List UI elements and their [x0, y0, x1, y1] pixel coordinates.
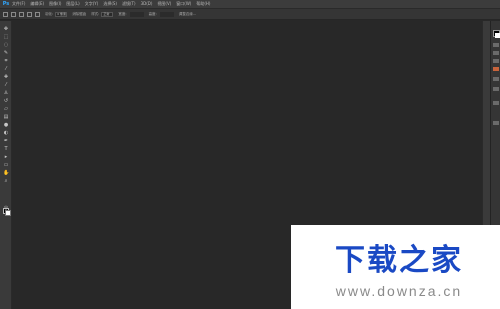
menu-window[interactable]: 窗口(W) — [176, 0, 191, 8]
menu-view[interactable]: 视图(V) — [157, 0, 171, 8]
quick-mask-icon[interactable]: ◎ — [3, 206, 9, 211]
height-input[interactable] — [159, 11, 174, 17]
menu-select[interactable]: 选择(S) — [103, 0, 117, 8]
styles-icon[interactable] — [493, 59, 499, 63]
clone-stamp-tool-icon[interactable]: ♙ — [3, 91, 9, 96]
paths-icon[interactable] — [493, 101, 499, 105]
menu-3d[interactable]: 3D(D) — [141, 0, 153, 8]
move-tool-icon[interactable]: ✥ — [3, 27, 9, 32]
path-select-tool-icon[interactable]: ▸ — [3, 155, 9, 160]
dodge-tool-icon[interactable]: ◐ — [3, 131, 9, 136]
watermark-overlay: 下载之家 www.downza.cn — [291, 225, 500, 309]
feather-label: 羽化: — [45, 11, 54, 16]
layers-icon[interactable] — [493, 77, 499, 81]
options-bar: 羽化: 0 像素 消除锯齿 样式: 正常 宽度: 高度: 调整边缘... — [0, 8, 500, 20]
width-label: 宽度: — [118, 11, 127, 16]
menu-help[interactable]: 帮助(H) — [196, 0, 210, 8]
menu-file[interactable]: 文件(F) — [12, 0, 25, 8]
channels-icon[interactable] — [493, 87, 499, 91]
style-select[interactable]: 正常 — [101, 11, 114, 17]
blur-tool-icon[interactable]: ● — [3, 123, 9, 128]
crop-tool-icon[interactable]: ⌗ — [3, 59, 9, 64]
subtract-selection-icon[interactable] — [27, 11, 32, 17]
height-label: 高度: — [148, 11, 157, 16]
libraries-icon[interactable] — [493, 67, 499, 71]
swatches-icon[interactable] — [493, 43, 499, 47]
menu-bar: Ps 文件(F) 编辑(E) 图像(I) 图层(L) 文字(Y) 选择(S) 滤… — [0, 0, 500, 8]
gradient-tool-icon[interactable]: ▤ — [3, 115, 9, 120]
tool-preset-icon[interactable] — [3, 11, 8, 17]
adjustments-icon[interactable] — [493, 51, 499, 55]
menu-filter[interactable]: 滤镜(T) — [122, 0, 136, 8]
new-selection-icon[interactable] — [11, 11, 16, 17]
watermark-title: 下载之家 — [335, 244, 463, 277]
tools-panel: ✥ ⬚ ◌ ✎ ⌗ ⁄ ✚ ⁄ ♙ ↺ ▱ ▤ ● ◐ ✒ T ▸ ▭ ✋ ⌕ … — [0, 21, 12, 309]
menu-image[interactable]: 图像(I) — [49, 0, 61, 8]
watermark-url: www.downza.cn — [335, 283, 463, 299]
intersect-selection-icon[interactable] — [35, 11, 40, 17]
quick-select-tool-icon[interactable]: ✎ — [3, 51, 9, 56]
menu-type[interactable]: 文字(Y) — [85, 0, 99, 8]
eyedropper-tool-icon[interactable]: ⁄ — [3, 67, 9, 72]
type-tool-icon[interactable]: T — [3, 147, 9, 152]
refine-edge-button[interactable]: 调整边缘... — [179, 12, 196, 17]
hand-tool-icon[interactable]: ✋ — [3, 171, 9, 176]
feather-input[interactable]: 0 像素 — [55, 11, 68, 17]
properties-icon[interactable] — [493, 121, 499, 125]
menu-edit[interactable]: 编辑(E) — [30, 0, 44, 8]
zoom-tool-icon[interactable]: ⌕ — [3, 179, 9, 184]
history-brush-tool-icon[interactable]: ↺ — [3, 99, 9, 104]
lasso-tool-icon[interactable]: ◌ — [3, 43, 9, 48]
style-label: 样式: — [91, 11, 100, 16]
healing-tool-icon[interactable]: ✚ — [3, 75, 9, 80]
color-panel-background[interactable] — [495, 33, 500, 38]
marquee-tool-icon[interactable]: ⬚ — [3, 35, 9, 40]
eraser-tool-icon[interactable]: ▱ — [3, 107, 9, 112]
shape-tool-icon[interactable]: ▭ — [3, 163, 9, 168]
photoshop-logo: Ps — [2, 1, 10, 7]
add-selection-icon[interactable] — [19, 11, 24, 17]
antialias-checkbox[interactable]: 消除锯齿 — [72, 12, 86, 17]
menu-layer[interactable]: 图层(L) — [66, 0, 79, 8]
width-input[interactable] — [129, 11, 144, 17]
pen-tool-icon[interactable]: ✒ — [3, 139, 9, 144]
brush-tool-icon[interactable]: ⁄ — [3, 83, 9, 88]
